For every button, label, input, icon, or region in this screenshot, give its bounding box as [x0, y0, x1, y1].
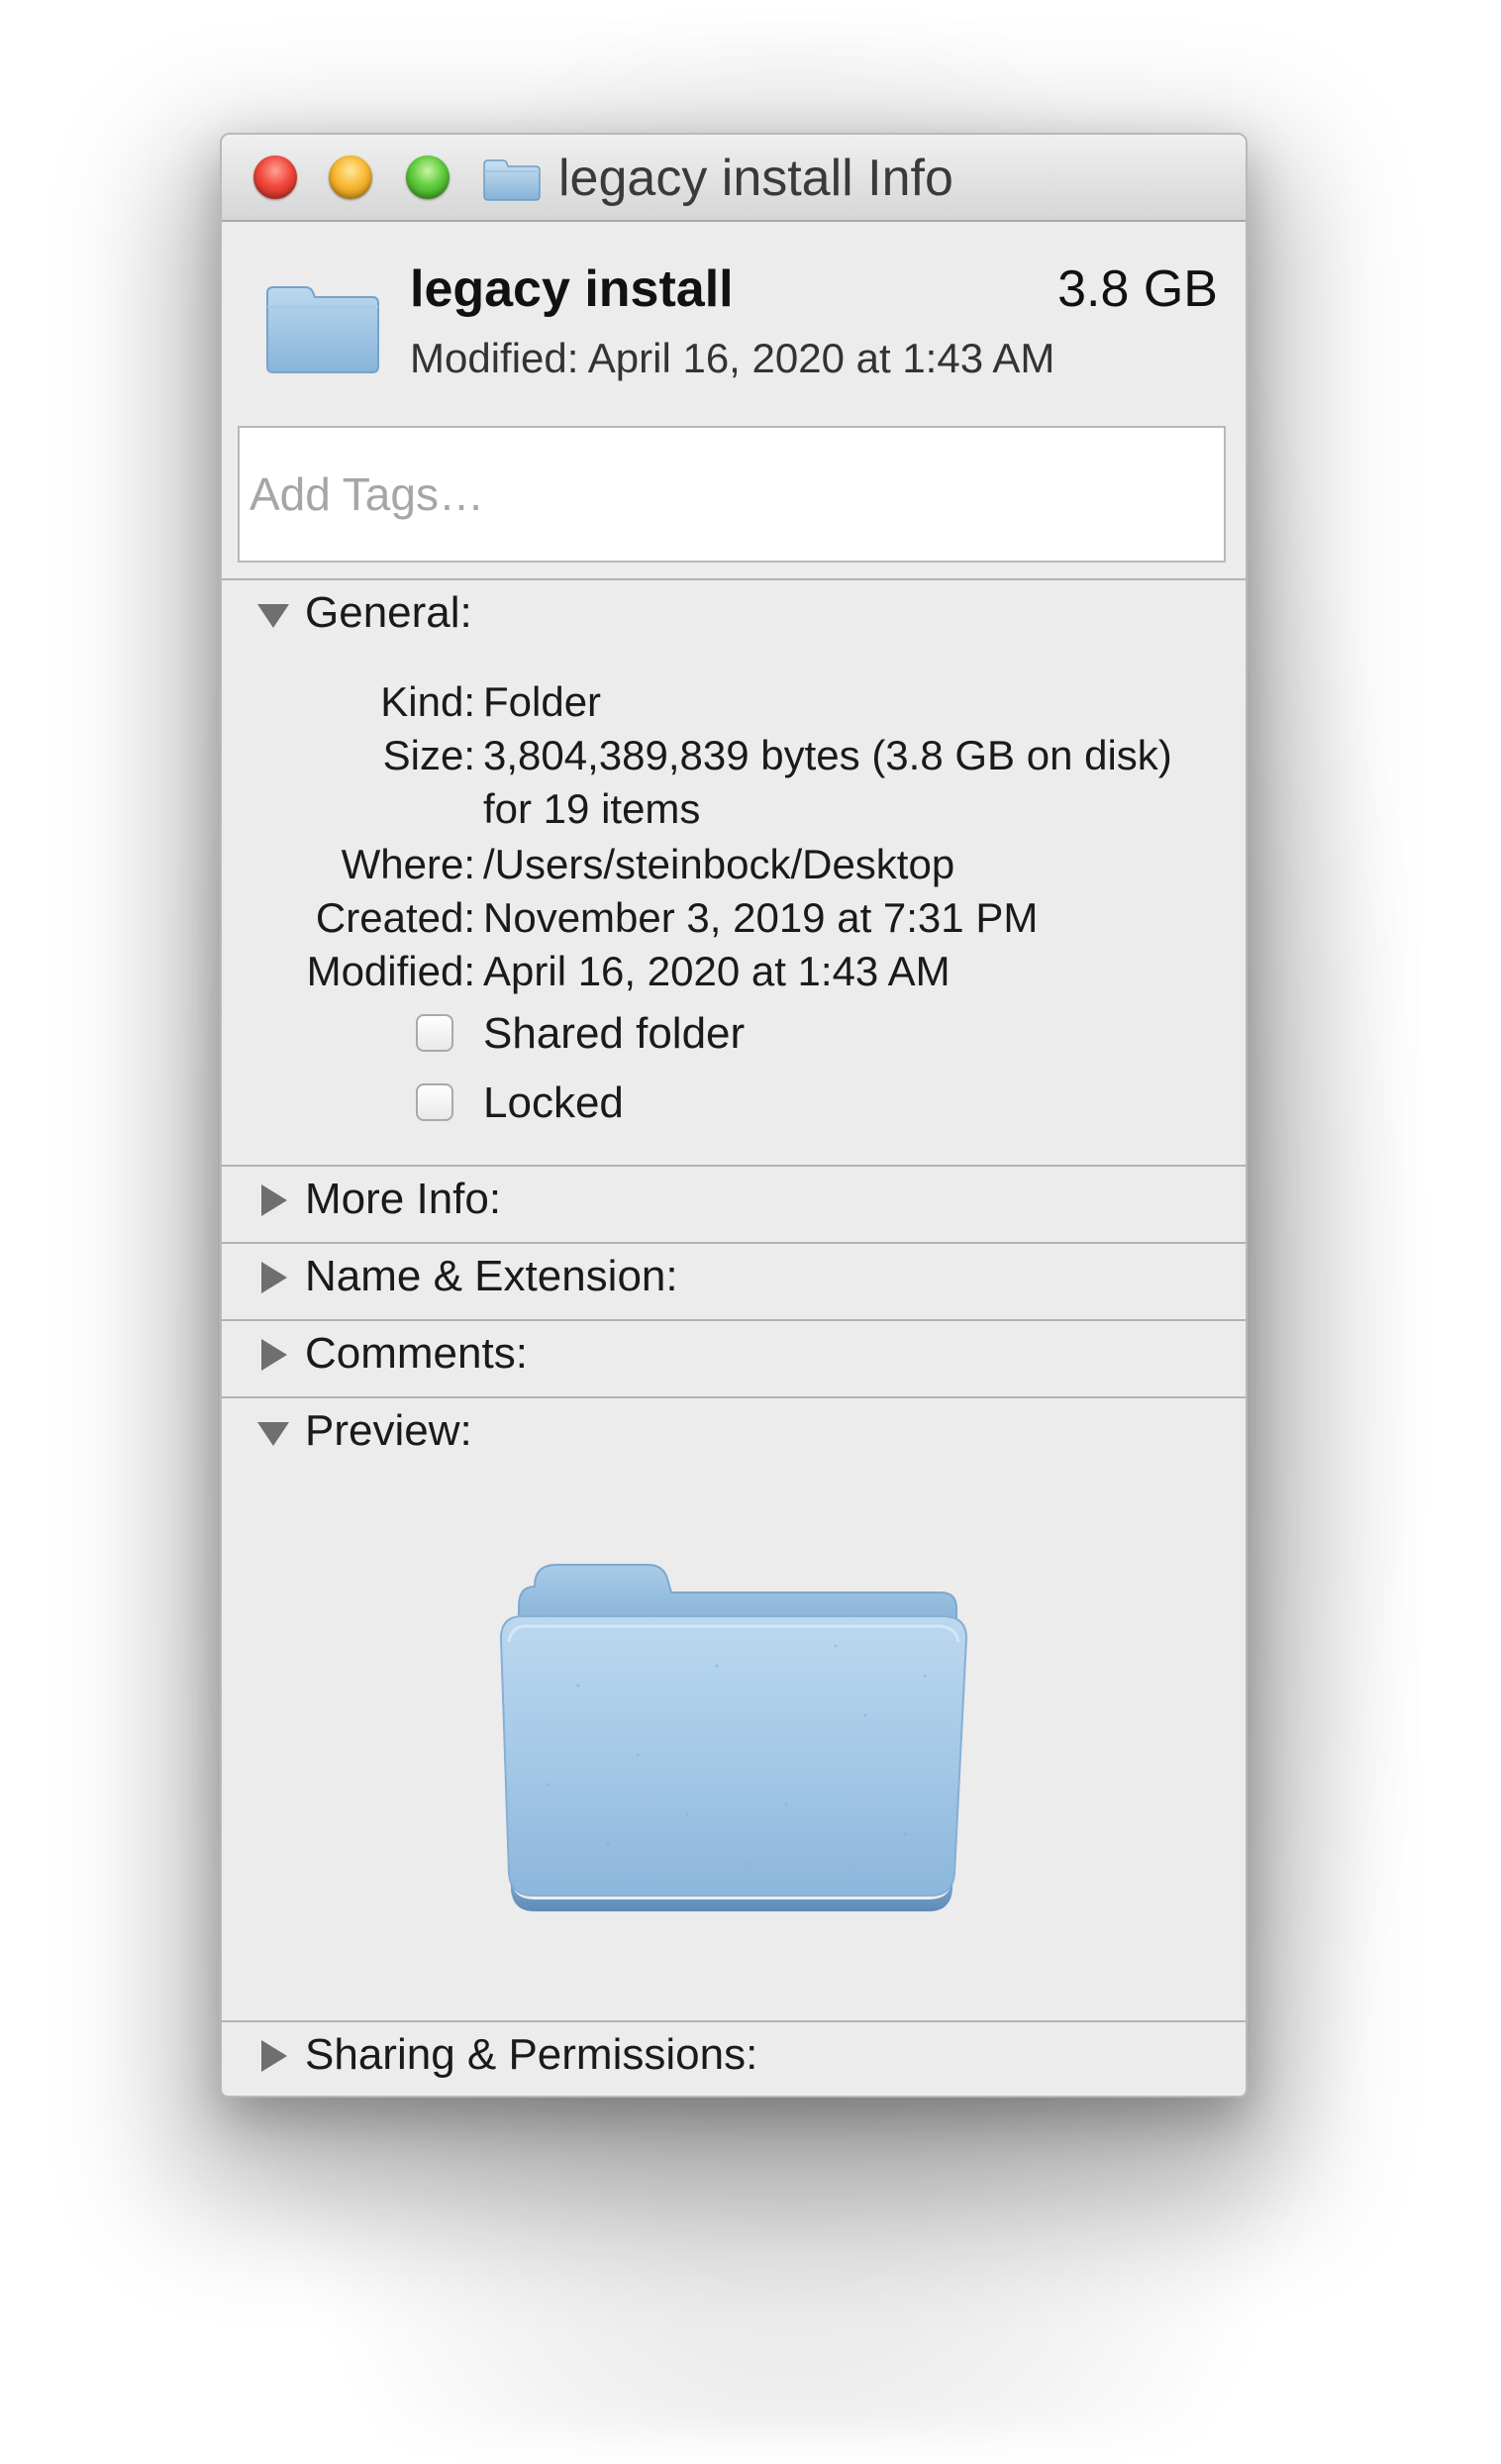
section-sharing-permissions-header[interactable]: Sharing & Permissions: — [222, 2022, 1246, 2096]
locked-label[interactable]: Locked — [483, 1076, 624, 1131]
section-preview-label: Preview: — [305, 1406, 472, 1455]
shared-folder-label[interactable]: Shared folder — [483, 1006, 745, 1062]
section-general-label: General: — [305, 588, 472, 637]
section-more-info-label: More Info: — [305, 1175, 502, 1223]
section-comments-label: Comments: — [305, 1329, 528, 1378]
section-general-header[interactable]: General: — [222, 580, 1246, 654]
add-tags-input[interactable] — [238, 426, 1226, 563]
minimize-button[interactable] — [329, 155, 372, 199]
info-key: Size: — [382, 732, 475, 778]
disclosure-triangle-closed-icon[interactable] — [261, 1262, 287, 1293]
info-key: Where: — [341, 841, 475, 887]
section-name-extension-header[interactable]: Name & Extension: — [222, 1244, 1246, 1317]
folder-icon — [266, 286, 379, 373]
shared-folder-checkbox[interactable] — [416, 1014, 453, 1052]
info-value: 3,804,389,839 bytes (3.8 GB on disk) for… — [483, 732, 1172, 832]
close-button[interactable] — [253, 155, 297, 199]
locked-checkbox[interactable] — [416, 1083, 453, 1121]
section-name-extension: Name & Extension: — [222, 1242, 1246, 1319]
section-preview-header[interactable]: Preview: — [222, 1398, 1246, 1472]
info-value: April 16, 2020 at 1:43 AM — [483, 948, 951, 994]
info-key: Kind: — [380, 678, 475, 725]
info-value: Folder — [483, 678, 602, 725]
section-sharing-permissions: Sharing & Permissions: — [222, 2020, 1246, 2096]
disclosure-triangle-closed-icon[interactable] — [261, 1339, 287, 1371]
info-key: Created: — [315, 894, 475, 941]
section-preview: Preview: — [222, 1396, 1246, 2020]
section-name-extension-label: Name & Extension: — [305, 1252, 678, 1300]
item-name: legacy install — [410, 260, 734, 318]
zoom-button[interactable] — [406, 155, 450, 199]
item-size: 3.8 GB — [1057, 260, 1218, 318]
info-window: legacy install Info legacy install 3.8 G… — [220, 133, 1248, 2098]
title-bar[interactable]: legacy install Info — [222, 135, 1246, 222]
info-key: Modified: — [306, 948, 475, 994]
info-value: November 3, 2019 at 7:31 PM — [483, 894, 1039, 941]
disclosure-triangle-open-icon[interactable] — [257, 1422, 289, 1446]
section-sharing-permissions-label: Sharing & Permissions: — [305, 2030, 758, 2079]
disclosure-triangle-open-icon[interactable] — [257, 604, 289, 628]
disclosure-triangle-closed-icon[interactable] — [261, 2040, 287, 2072]
section-more-info-header[interactable]: More Info: — [222, 1167, 1246, 1240]
item-modified-date: Modified: April 16, 2020 at 1:43 AM — [410, 335, 1055, 381]
section-more-info: More Info: — [222, 1165, 1246, 1242]
folder-preview-icon — [499, 1564, 968, 1911]
folder-icon — [483, 159, 541, 201]
section-comments-header[interactable]: Comments: — [222, 1321, 1246, 1394]
section-general: General: Kind: Folder Size: 3,804,389,83… — [222, 578, 1246, 1161]
info-header: legacy install 3.8 GB Modified: April 16… — [222, 222, 1246, 563]
info-value: /Users/steinbock/Desktop — [483, 841, 955, 887]
section-comments: Comments: — [222, 1319, 1246, 1396]
disclosure-triangle-closed-icon[interactable] — [261, 1184, 287, 1216]
window-title: legacy install Info — [558, 150, 953, 207]
